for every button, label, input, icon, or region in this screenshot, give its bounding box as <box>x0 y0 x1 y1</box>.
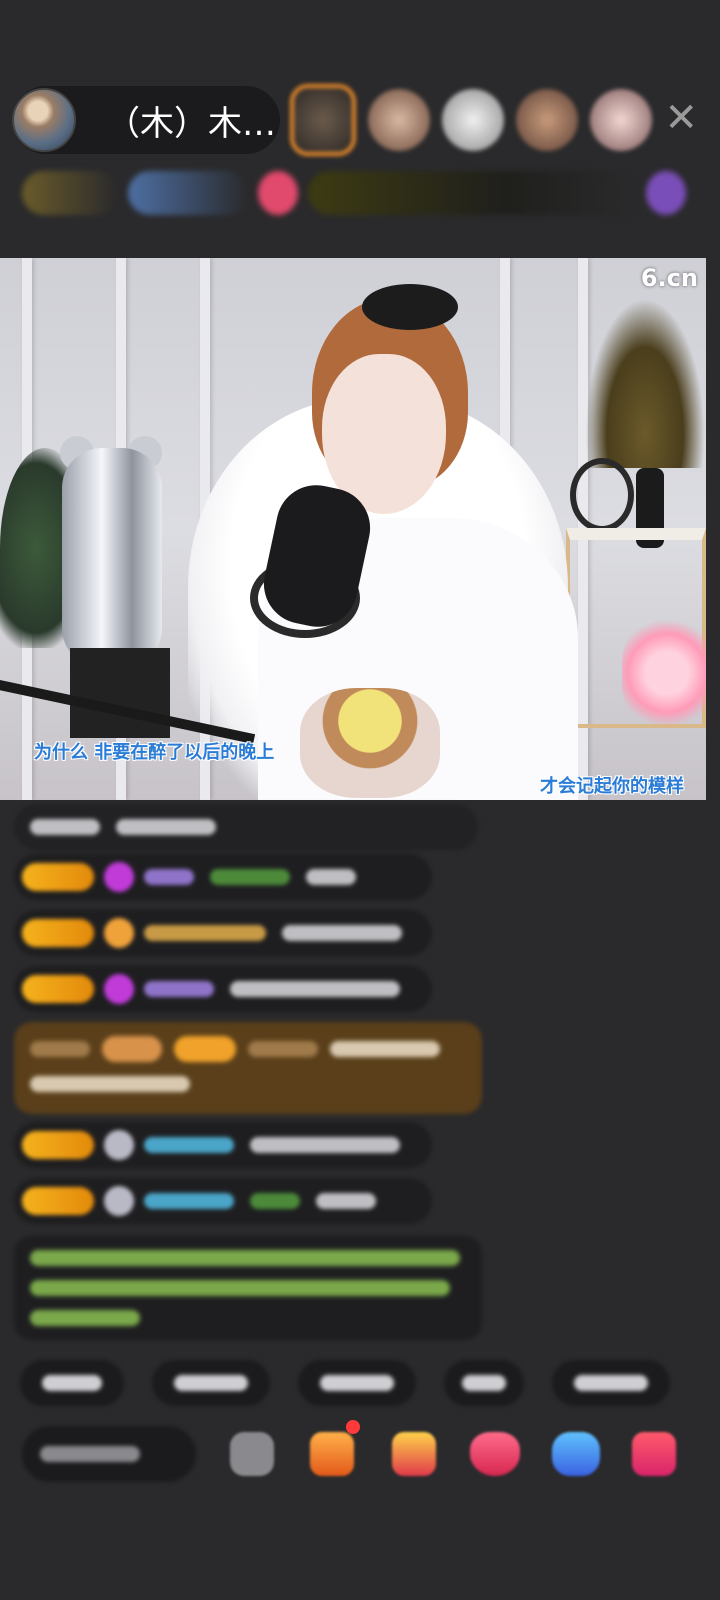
username[interactable] <box>144 869 194 885</box>
chat-message <box>14 1178 432 1224</box>
level-badge <box>22 863 94 891</box>
viewer-avatar[interactable] <box>290 84 356 156</box>
message-text <box>316 1193 376 1209</box>
avatar-icon <box>104 1186 134 1216</box>
activity-icon[interactable] <box>258 171 298 215</box>
lyric-subtitle-left: 为什么 非要在醉了以后的晚上 <box>34 742 275 763</box>
close-icon[interactable]: ✕ <box>664 98 698 138</box>
chat-message <box>14 854 432 900</box>
platform-watermark: 6.cn <box>640 264 698 292</box>
quick-reply-button[interactable] <box>444 1360 524 1406</box>
speaker <box>70 648 170 738</box>
message-text <box>30 819 100 835</box>
username[interactable] <box>144 1193 234 1209</box>
quick-reply-button[interactable] <box>152 1360 270 1406</box>
treasure-icon[interactable] <box>392 1432 436 1476</box>
chat-input[interactable] <box>22 1426 196 1482</box>
chat-message <box>14 804 478 850</box>
viewer-avatar[interactable] <box>368 89 430 151</box>
host-avatar[interactable] <box>12 88 76 152</box>
rank-chip[interactable] <box>128 171 248 215</box>
host-info-pill[interactable]: （木）木… <box>12 86 280 154</box>
message-text <box>250 1137 400 1153</box>
gem-icon <box>104 862 134 892</box>
feather-decor <box>585 298 705 468</box>
message-text <box>282 925 402 941</box>
message-text <box>116 819 216 835</box>
viewer-avatar[interactable] <box>516 89 578 151</box>
level-badge <box>22 1131 94 1159</box>
chat-message <box>14 910 432 956</box>
level-badge <box>22 1187 94 1215</box>
username[interactable] <box>250 1193 300 1209</box>
gift-icon[interactable] <box>632 1432 676 1476</box>
game-icon[interactable] <box>552 1432 600 1476</box>
level-chip[interactable] <box>22 171 118 215</box>
username[interactable] <box>144 925 266 941</box>
message-text <box>230 981 400 997</box>
username[interactable] <box>144 981 214 997</box>
quick-reply-button[interactable] <box>20 1360 124 1406</box>
quick-reply-button[interactable] <box>552 1360 670 1406</box>
heart-icon[interactable] <box>470 1432 520 1476</box>
quick-reply-row <box>20 1360 670 1406</box>
username[interactable] <box>210 869 290 885</box>
gift-message <box>14 1022 482 1114</box>
emoji-icon[interactable] <box>230 1432 274 1476</box>
ring-decor <box>570 458 634 532</box>
host-name: （木）木… <box>106 103 276 144</box>
bear-figure <box>62 448 162 668</box>
viewer-avatar[interactable] <box>442 89 504 151</box>
chat-message <box>14 1122 432 1168</box>
gift-box-icon[interactable] <box>310 1432 354 1476</box>
room-info-row <box>22 168 686 218</box>
streamer-hair-bun <box>362 284 458 330</box>
level-badge <box>22 919 94 947</box>
top-viewers-list <box>290 84 664 156</box>
gem-icon <box>104 974 134 1004</box>
shirt-print <box>300 688 440 798</box>
system-message <box>14 1236 482 1340</box>
chat-message <box>14 966 432 1012</box>
quick-reply-button[interactable] <box>298 1360 416 1406</box>
pink-lamp <box>622 618 706 728</box>
event-icon[interactable] <box>646 171 686 215</box>
notification-dot <box>346 1420 360 1434</box>
message-text <box>306 869 356 885</box>
avatar-icon <box>104 1130 134 1160</box>
bottom-action-bar <box>0 1420 720 1488</box>
username[interactable] <box>144 1137 234 1153</box>
level-badge <box>22 975 94 1003</box>
lyric-subtitle-right: 才会记起你的模样 <box>540 776 684 797</box>
badge-icon <box>104 918 134 948</box>
viewer-avatar[interactable] <box>590 89 652 151</box>
announcement-marquee[interactable] <box>308 171 636 215</box>
live-video[interactable]: 6.cn 为什么 非要在醉了以后的晚上 才会记起你的模样 <box>0 258 706 800</box>
